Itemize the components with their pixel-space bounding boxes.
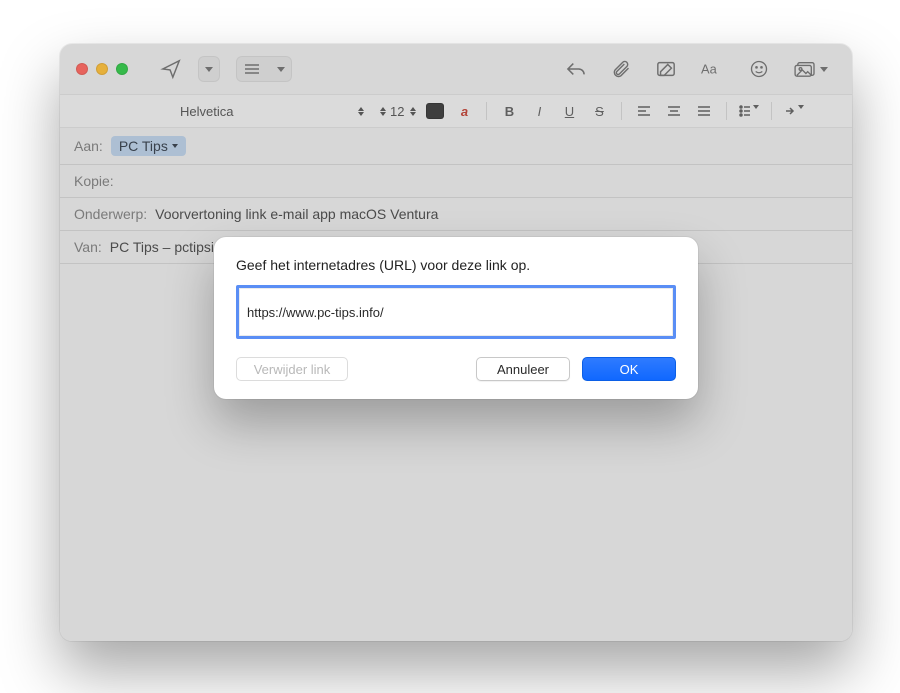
subject-row[interactable]: Onderwerp: Voorvertoning link e-mail app… <box>60 198 852 231</box>
font-size-select[interactable]: 12 <box>380 104 416 119</box>
remove-link-button[interactable]: Verwijder link <box>236 357 348 381</box>
photos-button[interactable] <box>785 55 836 83</box>
markup-button[interactable] <box>647 55 685 83</box>
chevron-down-icon <box>172 144 178 148</box>
send-button[interactable] <box>152 55 190 83</box>
link-dialog: Geef het internetadres (URL) voor deze l… <box>214 237 698 399</box>
cc-label: Kopie: <box>74 173 114 189</box>
recipient-name: PC Tips <box>119 138 168 154</box>
align-justify-button[interactable] <box>694 105 714 117</box>
updown-icon <box>410 107 416 116</box>
cancel-button[interactable]: Annuleer <box>476 357 570 381</box>
chevron-down-icon <box>205 67 213 72</box>
titlebar: Aa <box>60 44 852 94</box>
url-input[interactable] <box>236 285 676 339</box>
list-style-button[interactable] <box>739 105 759 117</box>
format-button[interactable]: Aa <box>693 55 733 83</box>
to-label: Aan: <box>74 138 103 154</box>
chevron-down-icon <box>277 67 285 72</box>
indent-button[interactable] <box>784 105 804 117</box>
align-left-button[interactable] <box>634 105 654 117</box>
window-controls <box>76 63 128 75</box>
underline-button[interactable]: U <box>559 104 579 119</box>
svg-text:Aa: Aa <box>701 61 718 76</box>
subject-value: Voorvertoning link e-mail app macOS Vent… <box>155 206 438 222</box>
attach-button[interactable] <box>603 55 639 83</box>
dialog-title: Geef het internetadres (URL) voor deze l… <box>236 257 676 273</box>
font-family-label: Helvetica <box>180 104 233 119</box>
to-row[interactable]: Aan: PC Tips <box>60 128 852 165</box>
header-fields-menu[interactable] <box>236 56 292 82</box>
format-bar: Helvetica 12 a B I U S <box>60 94 852 128</box>
ok-button[interactable]: OK <box>582 357 676 381</box>
from-label: Van: <box>74 239 102 255</box>
compose-window: Aa Helvetica 12 a B <box>60 44 852 641</box>
highlight-color-button[interactable]: a <box>454 104 474 119</box>
bold-button[interactable]: B <box>499 104 519 119</box>
subject-label: Onderwerp: <box>74 206 147 222</box>
reply-button[interactable] <box>557 55 595 83</box>
minimize-window-button[interactable] <box>96 63 108 75</box>
align-center-button[interactable] <box>664 105 684 117</box>
list-icon <box>237 57 269 81</box>
zoom-window-button[interactable] <box>116 63 128 75</box>
close-window-button[interactable] <box>76 63 88 75</box>
updown-icon <box>380 107 386 116</box>
chevron-down-icon <box>820 67 828 72</box>
text-color-swatch[interactable] <box>426 103 444 119</box>
italic-button[interactable]: I <box>529 104 549 119</box>
updown-icon <box>358 107 364 116</box>
recipient-pill[interactable]: PC Tips <box>111 136 186 156</box>
divider <box>621 102 622 120</box>
send-menu[interactable] <box>198 56 220 82</box>
divider <box>486 102 487 120</box>
dialog-actions: Verwijder link Annuleer OK <box>236 357 676 381</box>
divider <box>726 102 727 120</box>
cc-row[interactable]: Kopie: <box>60 165 852 198</box>
emoji-button[interactable] <box>741 55 777 83</box>
divider <box>771 102 772 120</box>
from-value: PC Tips – pctipsin <box>110 239 222 255</box>
strikethrough-button[interactable]: S <box>589 104 609 119</box>
font-size-label: 12 <box>390 104 404 119</box>
font-family-select[interactable]: Helvetica <box>170 100 370 122</box>
